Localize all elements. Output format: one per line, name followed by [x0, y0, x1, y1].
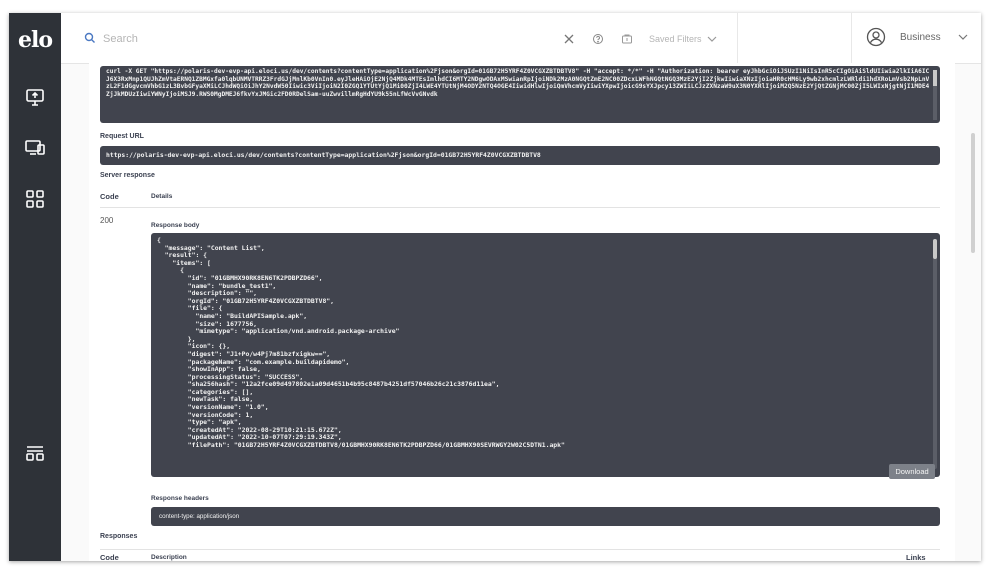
response-body-line: "items": [	[157, 258, 211, 267]
response-body-line: "name": "bundle_test1",	[157, 281, 277, 290]
menu-stack-icon[interactable]	[23, 441, 47, 465]
response-body-text: { "message": "Content List", "result": {…	[157, 236, 926, 450]
account-label: Business	[900, 31, 941, 43]
saved-filters-dropdown[interactable]: Saved Filters	[621, 32, 718, 46]
elo-logo: elo	[18, 27, 53, 53]
help-icon[interactable]	[592, 32, 604, 44]
saved-filters-label: Saved Filters	[649, 34, 702, 44]
response-body-line: "versionName": "1.0",	[157, 403, 269, 412]
response-headers-label: Response headers	[151, 495, 209, 502]
response-body-line: },	[157, 334, 196, 343]
page-scrollbar[interactable]	[971, 133, 975, 253]
column-details: Details	[151, 193, 173, 200]
request-url: https://polaris-dev-evp-api.eloci.us/dev…	[100, 146, 940, 165]
column-code: Code	[100, 192, 119, 201]
device-upload-icon[interactable]	[23, 85, 47, 109]
response-headers: content-type: application/json	[151, 507, 940, 526]
curl-scrollbar[interactable]	[933, 70, 937, 120]
curl-command: curl -X GET "https://polaris-dev-evp-api…	[106, 68, 930, 98]
sidebar: elo	[9, 13, 61, 561]
account-menu[interactable]: Business	[866, 27, 969, 47]
response-body-line: "sha256hash": "12a2fce09d497802e1a09d465…	[157, 380, 500, 389]
response-body-line: "message": "Content List",	[157, 243, 265, 252]
devices-icon[interactable]	[23, 135, 47, 159]
saved-filters-icon	[621, 33, 633, 45]
response-body-line: "result": {	[157, 251, 208, 260]
response-body-line: "filePath": "01GB72H5YRF4Z0VCGXZBTDBTV8/…	[157, 441, 565, 450]
divider	[737, 13, 738, 63]
response-body-line: "name": "BuildAPISample.apk",	[157, 311, 308, 320]
search-input[interactable]	[101, 28, 405, 50]
close-icon[interactable]	[563, 32, 575, 44]
chevron-down-icon	[957, 32, 969, 42]
divider	[851, 13, 852, 63]
response-body-line: "packageName": "com.example.buildapidemo…	[157, 357, 350, 366]
response-code: 200	[100, 216, 114, 225]
column-links: Links	[906, 553, 926, 561]
response-body-line: {	[157, 236, 161, 244]
response-body-line: "mimetype": "application/vnd.android.pac…	[157, 327, 400, 336]
divider	[100, 549, 940, 550]
download-button[interactable]: Download	[889, 464, 935, 479]
top-bar: Saved Filters Business	[61, 13, 981, 64]
curl-command-block: curl -X GET "https://polaris-dev-evp-api…	[100, 66, 940, 123]
column-code: Code	[100, 553, 119, 561]
responses-label: Responses	[100, 533, 138, 540]
request-url-label: Request URL	[100, 133, 144, 140]
divider	[100, 207, 940, 208]
response-body: { "message": "Content List", "result": {…	[151, 233, 940, 477]
response-scrollbar[interactable]	[933, 239, 937, 469]
column-description: Description	[151, 554, 187, 561]
user-icon	[866, 27, 886, 47]
search-icon	[83, 31, 97, 45]
apps-grid-icon[interactable]	[23, 187, 47, 211]
chevron-down-icon	[706, 34, 718, 44]
response-body-line: "categories": [],	[157, 387, 254, 396]
response-body-line: "orgId": "01GB72H5YRF4Z0VCGXZBTDBTV8",	[157, 296, 334, 305]
api-response-panel: curl -X GET "https://polaris-dev-evp-api…	[89, 63, 955, 561]
response-body-label: Response body	[151, 222, 200, 229]
response-body-line: "newTask": false,	[157, 395, 254, 404]
server-response-label: Server response	[100, 172, 155, 179]
response-body-line: "versionCode": 1,	[157, 410, 254, 419]
app-window: elo Search Saved Filters Business curl -…	[9, 13, 981, 561]
